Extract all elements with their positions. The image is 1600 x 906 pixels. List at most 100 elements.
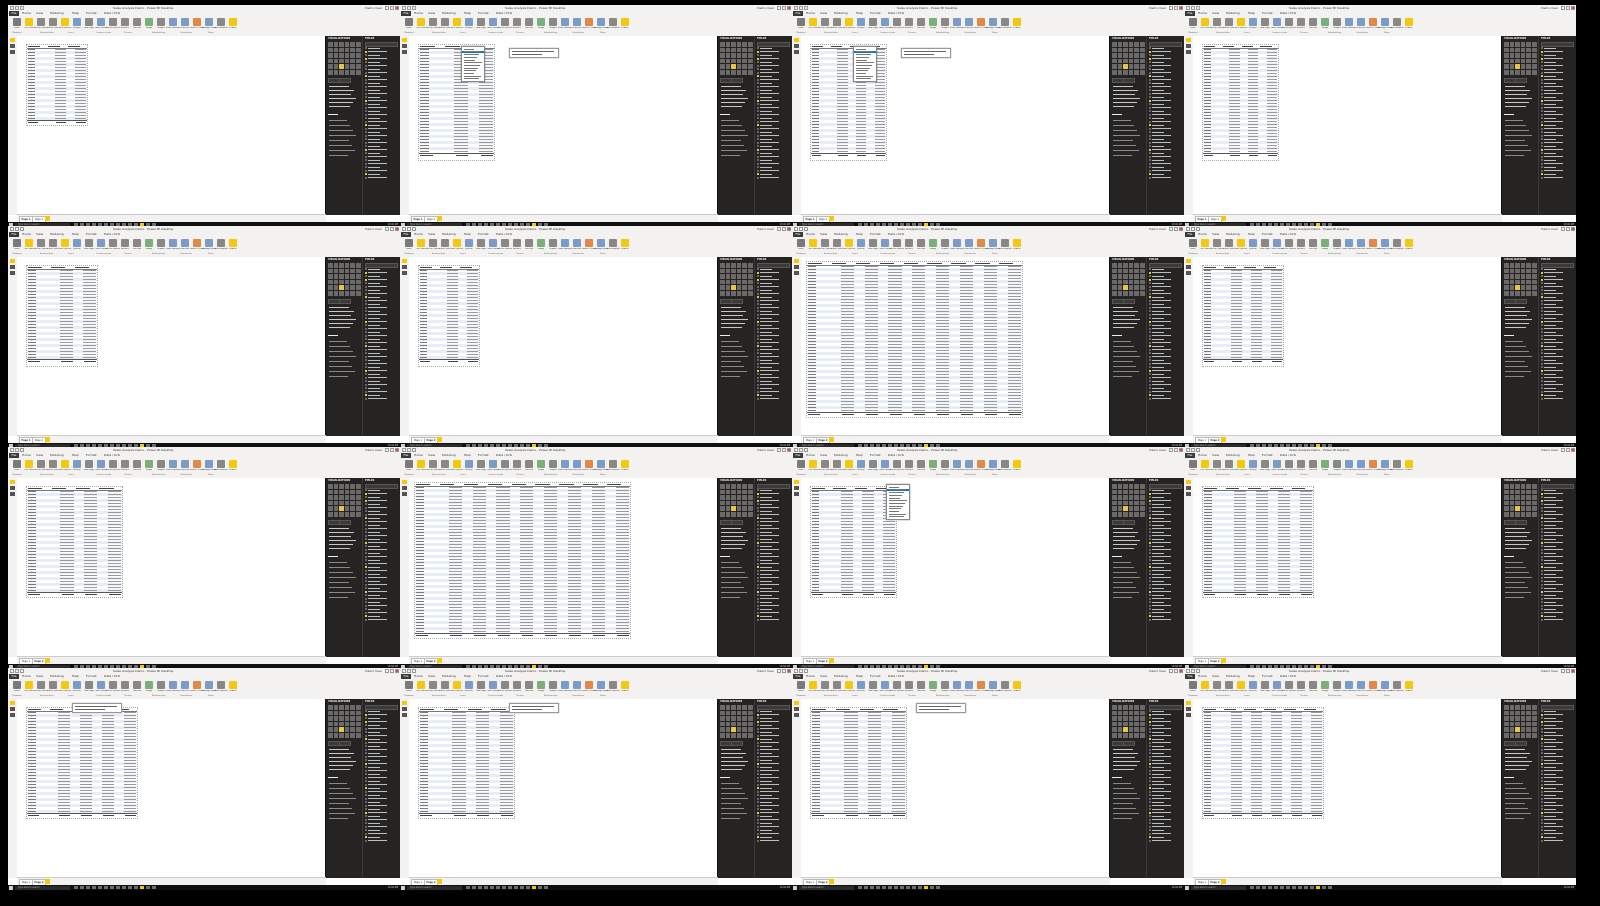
visual-type-icon[interactable] [1140, 47, 1145, 53]
report-view-icon[interactable] [10, 38, 15, 42]
field-checkbox[interactable] [757, 306, 759, 309]
field-checkbox[interactable] [757, 275, 759, 278]
field-checkbox[interactable] [757, 271, 759, 274]
maximize-icon[interactable] [390, 6, 394, 10]
publish-button[interactable] [1405, 239, 1413, 247]
field-item[interactable] [1541, 366, 1573, 369]
filter-item[interactable] [1505, 150, 1531, 152]
field-item[interactable] [1541, 327, 1573, 331]
visual-type-icon[interactable] [1134, 285, 1139, 290]
filter-item[interactable] [721, 150, 747, 152]
paste-button[interactable] [13, 460, 21, 468]
visual-type-icon[interactable] [339, 47, 344, 53]
visual-type-icon[interactable] [1134, 263, 1139, 268]
add-page-icon[interactable] [437, 437, 442, 442]
field-checkbox[interactable] [1541, 394, 1543, 397]
publish-button[interactable] [229, 460, 237, 468]
column-header[interactable] [511, 483, 526, 486]
visual-type-icon[interactable] [748, 489, 753, 495]
visual-type-icon[interactable] [1526, 274, 1531, 279]
field-checkbox[interactable] [365, 103, 367, 106]
visual-type-icon[interactable] [1140, 285, 1145, 290]
visual-type-icon[interactable] [350, 263, 355, 268]
field-checkbox[interactable] [1149, 85, 1151, 88]
field-checkbox[interactable] [365, 541, 367, 544]
recent-sources-button[interactable] [821, 239, 829, 247]
field-checkbox[interactable] [1149, 96, 1151, 99]
visual-type-icon[interactable] [725, 47, 731, 53]
field-item[interactable] [1541, 124, 1573, 127]
field-checkbox[interactable] [365, 587, 367, 590]
shapes-button[interactable] [941, 460, 949, 468]
field-checkbox[interactable] [757, 155, 759, 158]
add-page-icon[interactable] [829, 216, 834, 221]
field-item[interactable] [365, 496, 397, 499]
visual-type-icon[interactable] [333, 506, 339, 511]
edit-queries-button[interactable] [61, 239, 69, 247]
visual-type-icon[interactable] [1532, 47, 1537, 53]
field-checkbox[interactable] [365, 85, 367, 88]
edit-queries-button[interactable] [1237, 239, 1245, 247]
get-data-button[interactable] [809, 239, 817, 247]
field-item[interactable] [1541, 141, 1573, 145]
well-field[interactable] [721, 532, 746, 534]
field-item[interactable] [757, 503, 789, 506]
well-field[interactable] [721, 327, 742, 329]
visual-type-icon[interactable] [328, 268, 333, 274]
field-checkbox[interactable] [757, 506, 759, 509]
field-checkbox[interactable] [757, 348, 759, 351]
field-item[interactable] [757, 317, 789, 320]
image-button[interactable] [929, 239, 937, 247]
manage-relationships-button[interactable] [597, 460, 605, 468]
field-item[interactable] [1541, 145, 1573, 148]
filter-item[interactable] [329, 592, 355, 594]
field-item[interactable] [365, 390, 397, 394]
field-checkbox[interactable] [365, 562, 367, 565]
well-field[interactable] [329, 528, 349, 530]
field-item[interactable] [757, 373, 789, 376]
close-icon[interactable] [395, 448, 399, 452]
visual-type-icon[interactable] [333, 495, 339, 500]
data-view-icon[interactable] [10, 44, 15, 48]
field-checkbox[interactable] [365, 134, 367, 137]
visual-type-icon[interactable] [736, 42, 742, 47]
field-item[interactable] [1541, 96, 1573, 99]
visual-type-icon[interactable] [350, 512, 355, 517]
field-checkbox[interactable] [757, 173, 759, 176]
visual-type-icon[interactable] [350, 279, 355, 285]
field-item[interactable] [757, 303, 789, 306]
field-checkbox[interactable] [1541, 341, 1543, 344]
field-item[interactable] [365, 534, 397, 538]
ask-a-question-button[interactable] [893, 239, 901, 247]
get-data-button[interactable] [1201, 239, 1209, 247]
field-checkbox[interactable] [1541, 285, 1543, 288]
visual-type-icon[interactable] [1504, 42, 1509, 47]
field-checkbox[interactable] [365, 54, 367, 57]
get-data-button[interactable] [809, 460, 817, 468]
data-view-icon[interactable] [1186, 265, 1191, 269]
field-item[interactable] [757, 376, 789, 380]
shapes-button[interactable] [549, 460, 557, 468]
field-checkbox[interactable] [365, 524, 367, 527]
enter-data-button[interactable] [1225, 239, 1233, 247]
minimize-icon[interactable] [385, 448, 389, 452]
new-visual-button[interactable] [489, 18, 497, 26]
field-item[interactable] [1149, 131, 1181, 134]
field-checkbox[interactable] [757, 524, 759, 527]
field-item[interactable] [365, 362, 397, 366]
filter-item[interactable] [1113, 371, 1139, 373]
field-item[interactable] [757, 50, 789, 54]
filter-item[interactable] [329, 150, 355, 152]
field-checkbox[interactable] [757, 47, 759, 50]
new-page-button[interactable] [869, 18, 877, 26]
undo-icon[interactable] [799, 448, 803, 452]
field-checkbox[interactable] [757, 531, 759, 534]
column-header[interactable] [927, 262, 942, 265]
field-checkbox[interactable] [757, 611, 759, 614]
field-item[interactable] [1149, 141, 1181, 145]
paste-button[interactable] [13, 239, 21, 247]
field-item[interactable] [1149, 310, 1181, 313]
visual-type-icon[interactable] [333, 64, 339, 69]
field-item[interactable] [365, 341, 397, 345]
visual-type-icon[interactable] [1140, 268, 1145, 274]
